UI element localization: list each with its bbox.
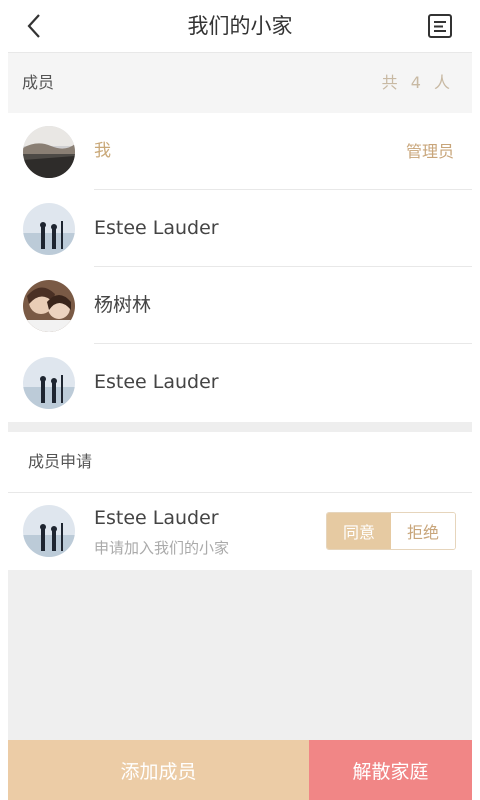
section-gap xyxy=(8,422,472,432)
landscape-avatar-icon xyxy=(23,126,75,178)
member-name: 我 xyxy=(94,141,111,161)
page-title: 我们的小家 xyxy=(187,14,293,38)
members-section-label: 成员 xyxy=(22,73,55,92)
member-name: 杨树林 xyxy=(94,294,152,316)
request-message: 申请加入我们的小家 xyxy=(94,539,230,557)
beach-silhouette-avatar-icon xyxy=(23,505,75,557)
header-bar: 我们的小家 xyxy=(8,0,472,53)
requests-section-label: 成员申请 xyxy=(28,452,93,471)
avatar xyxy=(23,280,75,332)
avatar xyxy=(23,357,75,409)
agree-button[interactable]: 同意 xyxy=(327,513,391,549)
reject-button[interactable]: 拒绝 xyxy=(391,513,455,549)
beach-silhouette-avatar-icon xyxy=(23,203,75,255)
member-count: 共 4 人 xyxy=(381,73,454,92)
request-actions: 同意 拒绝 xyxy=(326,512,456,550)
avatar xyxy=(23,203,75,255)
member-row[interactable]: 杨树林 xyxy=(8,267,472,344)
document-list-icon xyxy=(428,14,452,38)
menu-button[interactable] xyxy=(426,12,454,40)
requests-section-header: 成员申请 xyxy=(8,432,472,493)
member-row[interactable]: 我 管理员 xyxy=(8,113,472,190)
empty-area xyxy=(8,570,472,740)
members-section-header: 成员 共 4 人 xyxy=(8,53,472,113)
member-row[interactable]: Estee Lauder xyxy=(8,190,472,267)
requester-name: Estee Lauder xyxy=(94,507,219,529)
avatar xyxy=(23,126,75,178)
member-list: 我 管理员 Estee Lauder 杨树林 Estee Lauder xyxy=(8,113,472,421)
add-member-button[interactable]: 添加成员 xyxy=(8,740,309,800)
request-row: Estee Lauder 申请加入我们的小家 同意 拒绝 xyxy=(8,493,472,570)
member-name: Estee Lauder xyxy=(94,371,219,393)
beach-silhouette-avatar-icon xyxy=(23,357,75,409)
dissolve-family-button[interactable]: 解散家庭 xyxy=(309,740,472,800)
member-name: Estee Lauder xyxy=(94,217,219,239)
member-row[interactable]: Estee Lauder xyxy=(8,344,472,421)
couple-photo-avatar-icon xyxy=(23,280,75,332)
avatar xyxy=(23,505,75,557)
admin-badge: 管理员 xyxy=(405,142,454,161)
page: 我们的小家 成员 共 4 人 我 管理员 Estee Lauder 杨树林 Es… xyxy=(8,0,472,800)
bottom-action-bar: 添加成员 解散家庭 xyxy=(8,740,472,800)
